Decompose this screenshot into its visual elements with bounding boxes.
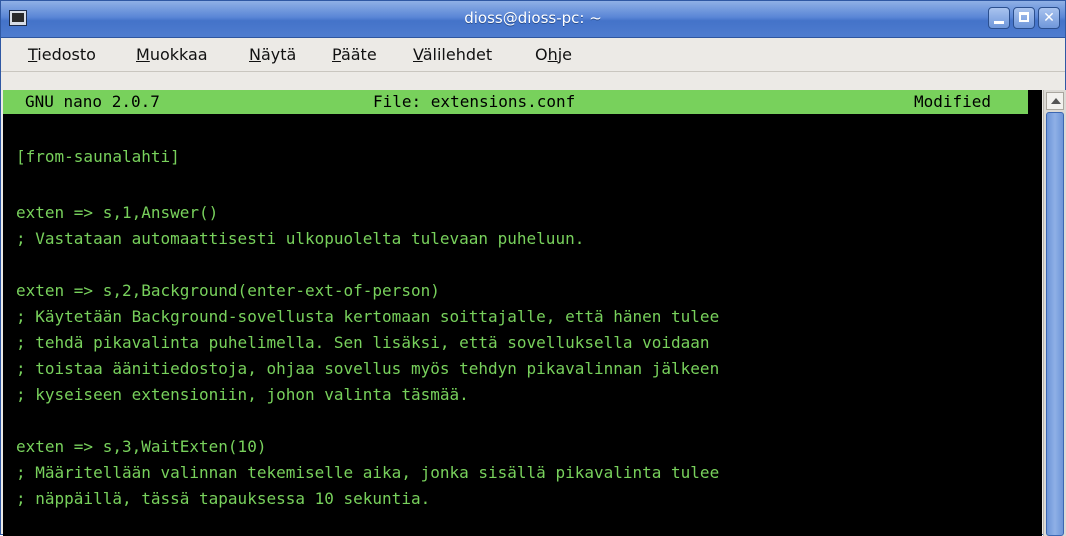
text-line: ; toistaa äänitiedostoja, ohjaa sovellus… <box>16 359 720 378</box>
close-icon: ✕ <box>1043 10 1055 26</box>
text-line: exten => s,2,Background(enter-ext-of-per… <box>16 281 440 300</box>
maximize-button[interactable] <box>1013 7 1035 29</box>
vertical-scrollbar[interactable] <box>1043 90 1066 536</box>
text-line: exten => s,1,Answer() <box>16 203 219 222</box>
minimize-button[interactable] <box>988 7 1010 29</box>
window-title: dioss@dioss-pc: ~ <box>464 9 602 27</box>
menu-ohje[interactable]: Ohje <box>535 45 572 64</box>
menu-paate[interactable]: Pääte <box>332 45 377 64</box>
text-line: ; Käytetään Background-sovellusta kertom… <box>16 307 720 326</box>
close-button[interactable]: ✕ <box>1038 7 1060 29</box>
terminal-window: dioss@dioss-pc: ~ ✕ Tiedosto Muokkaa Näy… <box>0 0 1066 536</box>
nano-filename: File: extensions.conf <box>373 92 576 111</box>
text-line: ; tehdä pikavalinta puhelimella. Sen lis… <box>16 333 710 352</box>
terminal-area[interactable]: GNU nano 2.0.7 File: extensions.conf Mod… <box>3 90 1042 536</box>
text-line: exten => s,3,WaitExten(10) <box>16 437 267 456</box>
text-line: ; näppäillä, tässä tapauksessa 10 sekunt… <box>16 489 431 508</box>
minimize-icon <box>994 21 1004 24</box>
menu-tiedosto[interactable]: Tiedosto <box>28 45 96 64</box>
scroll-thumb[interactable] <box>1046 112 1064 536</box>
text-line: [from-saunalahti] <box>16 147 180 166</box>
menu-muokkaa[interactable]: Muokkaa <box>136 45 208 64</box>
nano-header-bar: GNU nano 2.0.7 File: extensions.conf Mod… <box>3 90 1028 114</box>
title-bar[interactable]: dioss@dioss-pc: ~ ✕ <box>1 1 1065 38</box>
menu-valilehdet[interactable]: Välilehdet <box>413 45 492 64</box>
scroll-up-button[interactable] <box>1046 92 1064 110</box>
text-line: ; Määritellään valinnan tekemiselle aika… <box>16 463 720 482</box>
nano-status: Modified <box>914 92 992 111</box>
text-line: ; kyseiseen extensioniin, johon valinta … <box>16 385 469 404</box>
menu-nayta[interactable]: Näytä <box>249 45 296 64</box>
text-line: ; Vastataan automaattisesti ulkopuolelta… <box>16 229 585 248</box>
nano-version: GNU nano 2.0.7 <box>25 92 160 111</box>
menu-bar: Tiedosto Muokkaa Näytä Pääte Välilehdet … <box>1 38 1065 72</box>
maximize-icon <box>1019 12 1029 22</box>
